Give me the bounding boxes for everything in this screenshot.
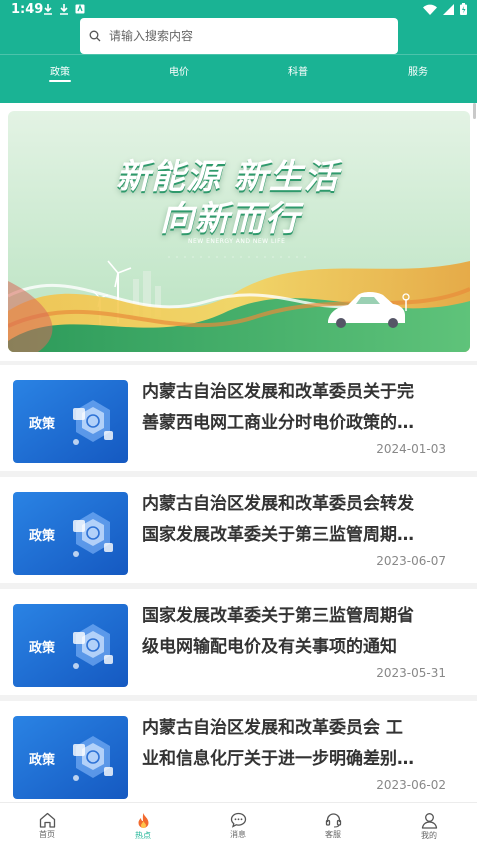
- article-date: 2024-01-03: [376, 442, 446, 456]
- status-system-icons: [423, 3, 467, 15]
- tab-policy[interactable]: 政策: [20, 63, 100, 78]
- nav-customer-service[interactable]: 客服: [303, 807, 363, 847]
- active-tab-indicator: [49, 80, 71, 82]
- nav-label: 首页: [39, 830, 55, 839]
- tab-science[interactable]: 科普: [258, 63, 338, 78]
- article-thumbnail: 政策: [13, 380, 128, 463]
- header: 1:49 政策 电价 科普 服务: [0, 0, 477, 103]
- banner-subtitle: NEW ENERGY AND NEW LIFE: [188, 238, 286, 245]
- article-tag: 政策: [29, 753, 56, 768]
- nav-messages[interactable]: 消息: [208, 807, 268, 847]
- wifi-icon: [423, 4, 437, 15]
- tab-electricity-price[interactable]: 电价: [139, 63, 219, 78]
- battery-icon: [460, 3, 467, 15]
- download-icon: [60, 4, 68, 15]
- article-title: 内蒙古自治区发展和改革委员关于完善蒙西电网工商业分时电价政策的通知: [142, 382, 414, 433]
- banner-headline-2: 向新而行: [160, 199, 300, 239]
- article-date: 2023-05-31: [376, 666, 446, 680]
- search-icon: [89, 30, 101, 42]
- banner-section: 新能源 新生活 向新而行 NEW ENERGY AND NEW LIFE: [0, 103, 477, 361]
- header-divider: [0, 54, 477, 55]
- search-bar[interactable]: [80, 18, 398, 54]
- status-time: 1:49: [11, 2, 44, 17]
- article-thumbnail: 政策: [13, 604, 128, 687]
- nav-label: 我的: [421, 831, 437, 840]
- article-tag: 政策: [29, 529, 56, 544]
- nav-label: 热点: [135, 831, 151, 840]
- tab-service[interactable]: 服务: [378, 63, 458, 78]
- category-tabs: 政策 电价 科普 服务: [0, 58, 477, 88]
- nav-home[interactable]: 首页: [17, 807, 77, 847]
- headset-icon: [325, 813, 341, 828]
- article-thumbnail: 政策: [13, 492, 128, 575]
- nav-label: 消息: [230, 830, 246, 839]
- article-title: 内蒙古自治区发展和改革委员会转发国家发展改革委关于第三监管周期省级电网输配电价的…: [142, 494, 414, 545]
- flame-icon: [138, 813, 148, 828]
- article-card[interactable]: 政策 内蒙古自治区发展和改革委员会 工业和信息化厅关于进一步明确差别电价政策的通…: [0, 701, 477, 807]
- home-icon: [39, 812, 55, 828]
- article-date: 2023-06-02: [376, 778, 446, 792]
- article-title: 内蒙古自治区发展和改革委员会 工业和信息化厅关于进一步明确差别电价政策的通知: [142, 718, 414, 769]
- article-card[interactable]: 政策 内蒙古自治区发展和改革委员关于完善蒙西电网工商业分时电价政策的通知 202…: [0, 365, 477, 471]
- search-input[interactable]: [109, 29, 379, 43]
- app-screen: 1:49 政策 电价 科普 服务: [0, 0, 477, 848]
- nav-label: 客服: [325, 830, 341, 839]
- bottom-nav: 首页 热点 消息 客服 我的: [0, 802, 477, 848]
- accessibility-icon: [75, 4, 85, 14]
- nav-hot[interactable]: 热点: [113, 807, 173, 847]
- article-tag: 政策: [29, 641, 56, 656]
- banner-image[interactable]: 新能源 新生活 向新而行 NEW ENERGY AND NEW LIFE: [8, 111, 470, 352]
- article-tag: 政策: [29, 417, 56, 432]
- article-date: 2023-06-07: [376, 554, 446, 568]
- user-icon: [421, 813, 437, 829]
- message-icon: [230, 812, 246, 828]
- nav-profile[interactable]: 我的: [399, 807, 459, 847]
- article-card[interactable]: 政策 国家发展改革委关于第三监管周期省级电网输配电价及有关事项的通知 2023-…: [0, 589, 477, 695]
- status-notifications: [43, 3, 85, 15]
- article-title: 国家发展改革委关于第三监管周期省级电网输配电价及有关事项的通知: [142, 606, 414, 657]
- article-card[interactable]: 政策 内蒙古自治区发展和改革委员会转发国家发展改革委关于第三监管周期省级电网输配…: [0, 477, 477, 583]
- article-thumbnail: 政策: [13, 716, 128, 799]
- download-icon: [44, 4, 52, 15]
- scrollbar-thumb[interactable]: [473, 103, 476, 119]
- signal-icon: [443, 3, 454, 15]
